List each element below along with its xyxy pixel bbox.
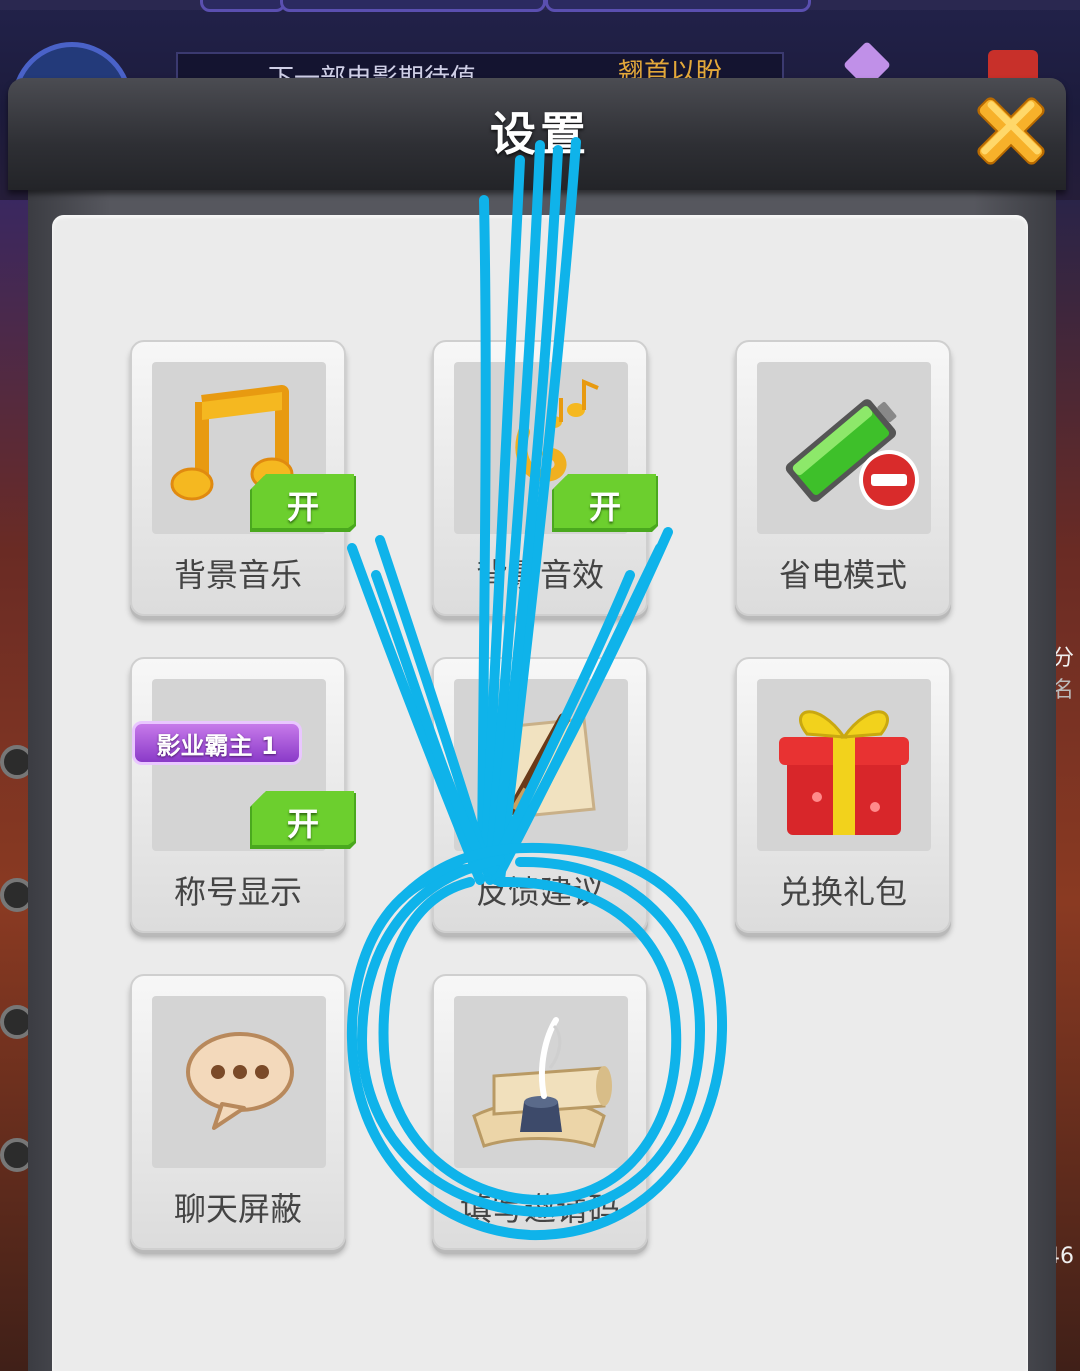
top-tab — [200, 0, 286, 12]
tile-redeem-gift[interactable]: 兑换礼包 — [735, 657, 951, 933]
scroll-inkwell-icon — [472, 1017, 612, 1148]
close-button[interactable] — [966, 88, 1056, 174]
top-tab — [280, 0, 546, 12]
top-tab — [545, 0, 811, 12]
tile-label: 兑换礼包 — [778, 873, 907, 911]
close-x-icon — [977, 97, 1045, 165]
title-badge-icon: 影业霸主 1 — [132, 721, 302, 765]
battery-icon — [785, 399, 919, 510]
tile-background-music[interactable]: 开 背景音乐 — [130, 340, 356, 616]
tile-label: 省电模式 — [778, 556, 907, 594]
tile-power-saving[interactable]: 省电模式 — [735, 340, 951, 616]
settings-dialog: 设置 开 背景音乐 开 背景音效 省电模式 影业霸主 1 开 称号显示 反馈建议… — [8, 78, 1066, 1371]
dialog-header: 设置 — [8, 78, 1066, 190]
on-badge: 开 — [250, 789, 356, 851]
tile-label: 背景音效 — [475, 556, 604, 594]
settings-panel: 开 背景音乐 开 背景音效 省电模式 影业霸主 1 开 称号显示 反馈建议 兑换… — [52, 215, 1028, 1371]
title-badge-text: 影业霸主 1 — [156, 732, 278, 760]
chat-bubble-icon — [186, 1032, 294, 1130]
on-badge: 开 — [552, 472, 658, 534]
on-badge: 开 — [250, 472, 356, 534]
dialog-title: 设置 — [490, 107, 590, 161]
badge-text: 开 — [286, 488, 319, 526]
scroll-pen-icon — [482, 713, 596, 821]
tile-title-display[interactable]: 影业霸主 1 开 称号显示 — [130, 657, 356, 933]
badge-text: 开 — [588, 488, 621, 526]
tile-label: 聊天屏蔽 — [173, 1190, 302, 1228]
tile-label: 填写邀请码 — [459, 1190, 620, 1228]
gift-box-icon — [779, 710, 909, 835]
tile-label: 背景音乐 — [173, 556, 302, 594]
tile-invite-code[interactable]: 填写邀请码 — [432, 974, 648, 1250]
tile-feedback[interactable]: 反馈建议 — [432, 657, 648, 933]
tile-chat-block[interactable]: 聊天屏蔽 — [130, 974, 346, 1250]
tile-label: 称号显示 — [173, 873, 302, 911]
tile-label: 反馈建议 — [475, 873, 604, 911]
tile-sound-effects[interactable]: 开 背景音效 — [432, 340, 658, 616]
badge-text: 开 — [286, 805, 319, 843]
